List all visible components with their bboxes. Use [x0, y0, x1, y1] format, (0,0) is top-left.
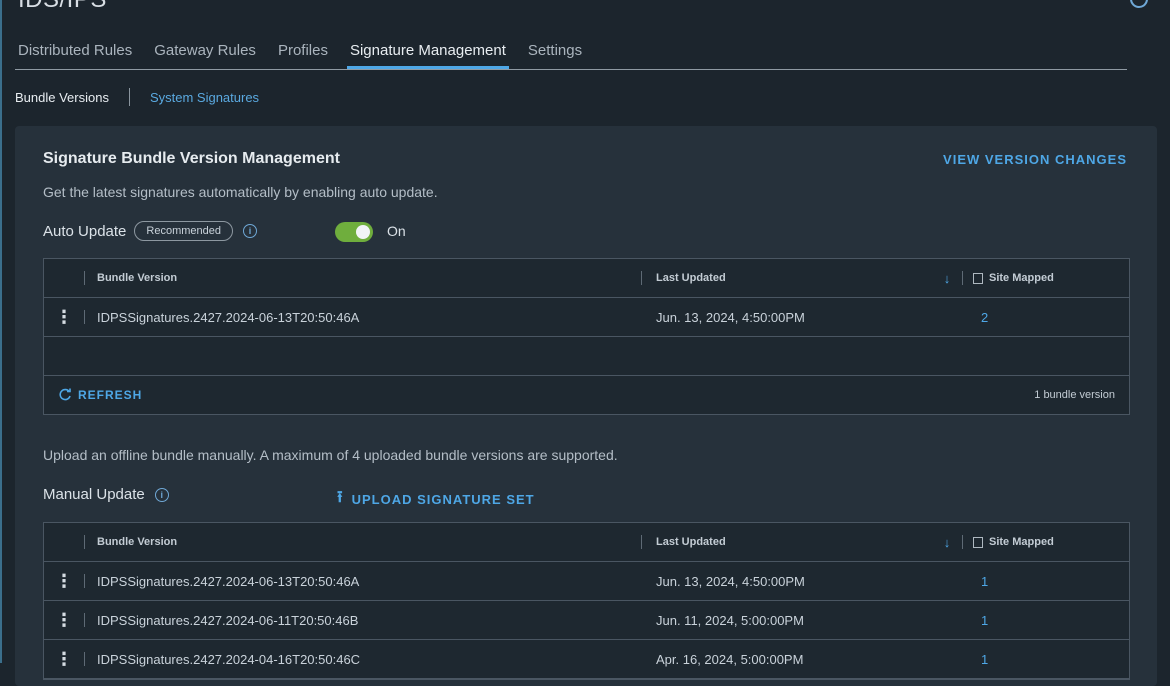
cell-updated: Apr. 16, 2024, 5:00:00PM [656, 651, 804, 667]
upload-label: UPLOAD SIGNATURE SET [351, 492, 535, 507]
manual-update-row: Manual Update i [43, 486, 169, 503]
cell-site-link[interactable]: 1 [973, 574, 988, 589]
col-site-mapped[interactable]: Site Mapped [963, 536, 1129, 548]
toggle-state-label: On [387, 223, 406, 239]
col-site-mapped[interactable]: Site Mapped [963, 272, 1129, 284]
toggle-knob [356, 225, 370, 239]
card-title: Signature Bundle Version Management [43, 150, 340, 167]
tab-profiles[interactable]: Profiles [275, 38, 331, 64]
auto-update-toggle[interactable] [335, 222, 373, 242]
window-edge [0, 0, 2, 663]
cell-version: IDPSSignatures.2427.2024-04-16T20:50:46C [97, 651, 361, 667]
recommended-badge: Recommended [134, 221, 233, 241]
tab-signature-management[interactable]: Signature Management [346, 38, 509, 69]
col-last-updated[interactable]: Last Updated [642, 536, 932, 548]
refresh-button[interactable]: REFRESH [58, 388, 142, 402]
refresh-icon [59, 388, 71, 401]
cell-version: IDPSSignatures.2427.2024-06-13T20:50:46A [97, 573, 360, 589]
grid-header: Bundle Version Last Updated ↓ Site Mappe… [44, 259, 1129, 298]
cell-updated: Jun. 11, 2024, 5:00:00PM [656, 612, 804, 628]
cell-version: IDPSSignatures.2427.2024-06-11T20:50:46B [97, 612, 359, 628]
cell-site-link[interactable]: 1 [973, 613, 988, 628]
col-last-updated[interactable]: Last Updated [642, 272, 932, 284]
sort-down-icon[interactable]: ↓ [932, 535, 962, 550]
col-bundle-version[interactable]: Bundle Version [85, 272, 641, 284]
col-site-label: Site Mapped [989, 536, 1054, 548]
tab-settings[interactable]: Settings [525, 38, 585, 64]
kebab-menu-icon[interactable]: ⋮ [44, 308, 84, 326]
kebab-menu-icon[interactable]: ⋮ [44, 572, 84, 590]
info-icon[interactable]: i [154, 487, 169, 502]
auto-bundle-grid: Bundle Version Last Updated ↓ Site Mappe… [43, 258, 1130, 415]
upload-icon: ⭱ [337, 489, 344, 506]
cell-updated: Jun. 13, 2024, 4:50:00PM [656, 309, 805, 325]
table-row: ⋮ IDPSSignatures.2427.2024-06-13T20:50:4… [44, 298, 1129, 337]
manual-update-label: Manual Update [43, 486, 145, 503]
page-title: IDS/IPS [18, 0, 107, 14]
grid-footer: REFRESH 1 bundle version [44, 376, 1129, 414]
auto-update-row: Auto Update Recommended i [43, 221, 257, 241]
help-circle-icon[interactable] [1130, 0, 1148, 8]
sub-navigation: Bundle Versions System Signatures [15, 88, 259, 106]
kebab-menu-icon[interactable]: ⋮ [44, 650, 84, 668]
col-site-label: Site Mapped [989, 272, 1054, 284]
sort-down-icon[interactable]: ↓ [932, 271, 962, 286]
col-bundle-version[interactable]: Bundle Version [85, 536, 641, 548]
bundle-count: 1 bundle version [1034, 389, 1115, 401]
info-icon[interactable]: i [243, 224, 257, 238]
subnav-system-signatures[interactable]: System Signatures [150, 90, 259, 105]
refresh-label: REFRESH [78, 388, 143, 402]
tab-distributed-rules[interactable]: Distributed Rules [15, 38, 135, 64]
bundle-management-card: Signature Bundle Version Management VIEW… [15, 126, 1157, 686]
auto-update-label: Auto Update [43, 222, 127, 240]
table-row: ⋮ IDPSSignatures.2427.2024-06-11T20:50:4… [44, 601, 1129, 640]
grid-header: Bundle Version Last Updated ↓ Site Mappe… [44, 523, 1129, 562]
empty-row [44, 337, 1129, 376]
manual-update-description: Upload an offline bundle manually. A max… [43, 447, 618, 463]
upload-signature-set-button[interactable]: ⭱ UPLOAD SIGNATURE SET [337, 486, 535, 513]
main-tabs: Distributed Rules Gateway Rules Profiles… [15, 38, 1127, 70]
tab-gateway-rules[interactable]: Gateway Rules [151, 38, 259, 64]
site-map-icon [973, 272, 983, 284]
cell-version: IDPSSignatures.2427.2024-06-13T20:50:46A [97, 309, 360, 325]
table-row: ⋮ IDPSSignatures.2427.2024-04-16T20:50:4… [44, 640, 1129, 679]
subnav-bundle-versions[interactable]: Bundle Versions [15, 90, 109, 105]
kebab-menu-icon[interactable]: ⋮ [44, 611, 84, 629]
site-map-icon [973, 536, 983, 548]
manual-bundle-grid: Bundle Version Last Updated ↓ Site Mappe… [43, 522, 1130, 680]
view-version-changes-link[interactable]: VIEW VERSION CHANGES [943, 152, 1127, 167]
auto-update-description: Get the latest signatures automatically … [43, 184, 438, 200]
cell-site-link[interactable]: 2 [973, 310, 988, 325]
cell-site-link[interactable]: 1 [973, 652, 988, 667]
cell-updated: Jun. 13, 2024, 4:50:00PM [656, 573, 805, 589]
subnav-divider [128, 88, 130, 106]
table-row: ⋮ IDPSSignatures.2427.2024-06-13T20:50:4… [44, 562, 1129, 601]
